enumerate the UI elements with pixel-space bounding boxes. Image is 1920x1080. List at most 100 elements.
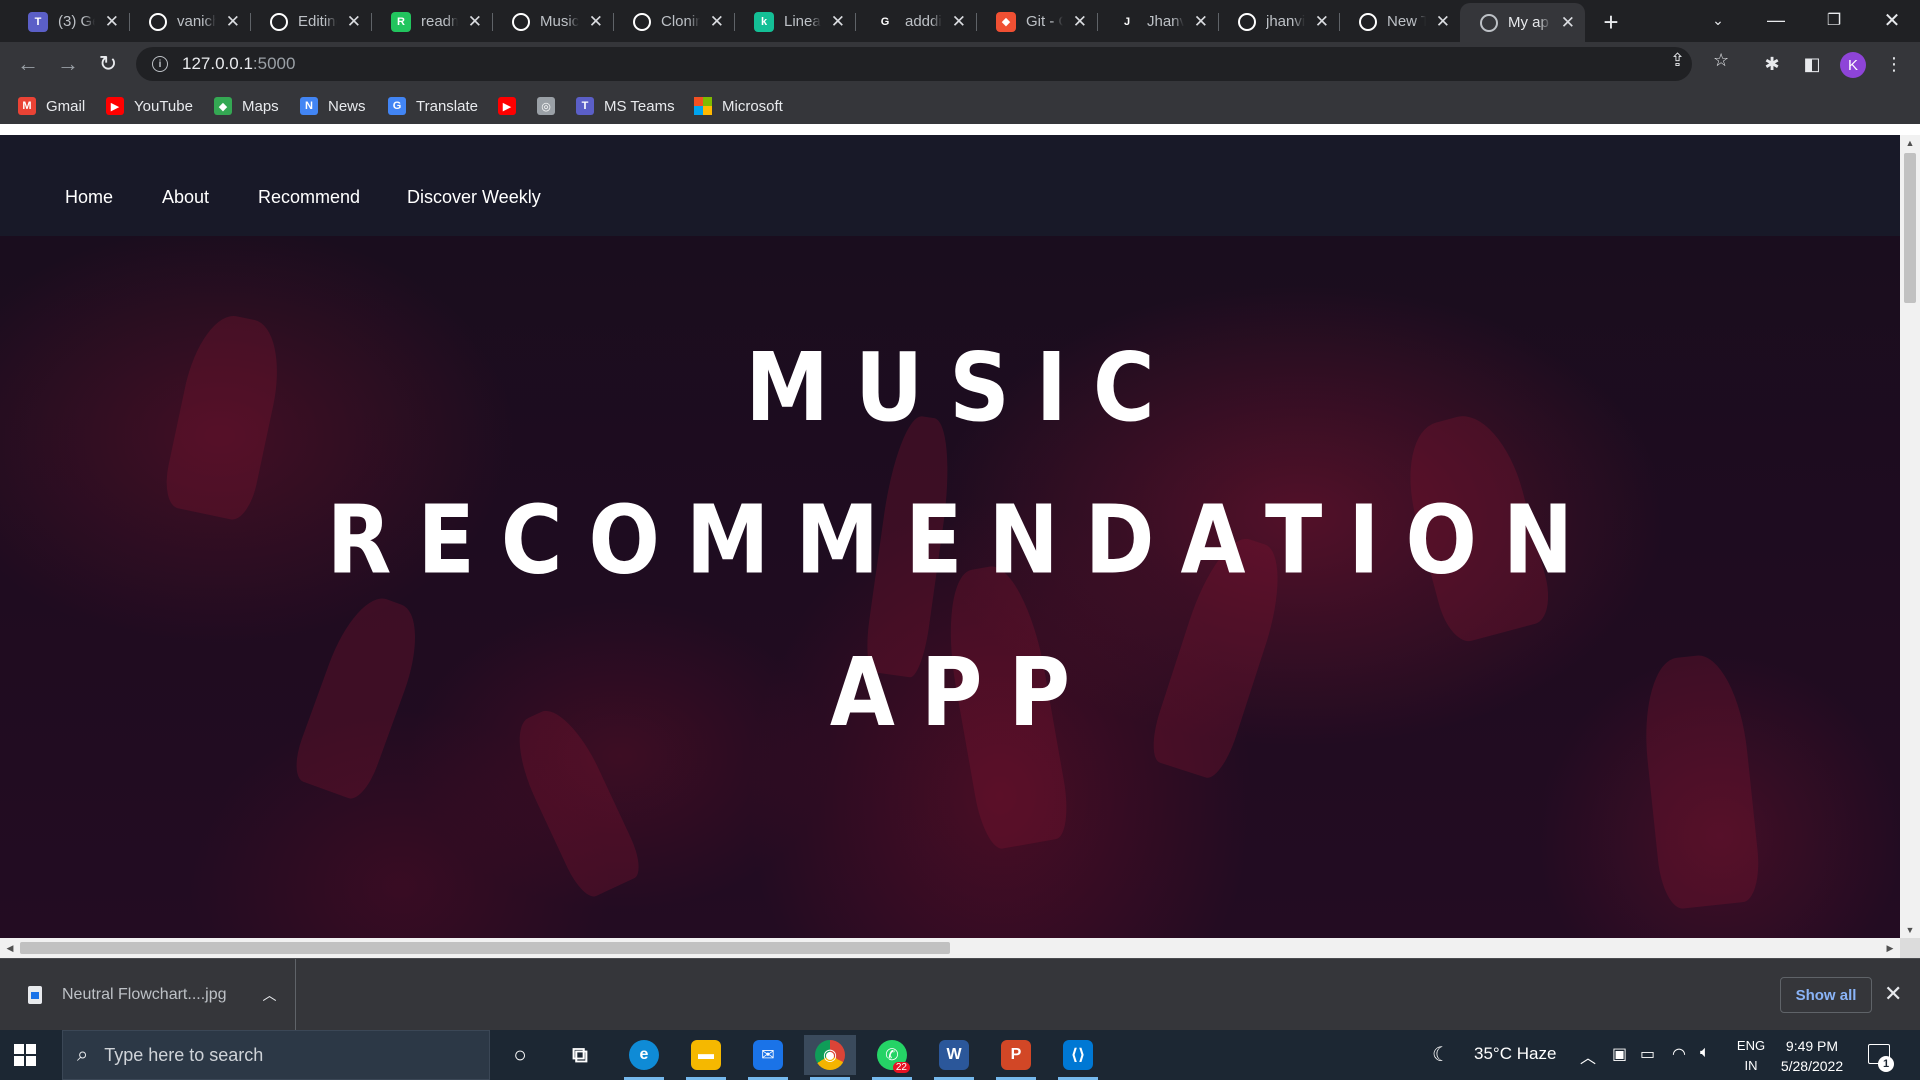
hero-section: MUSIC RECOMMENDATION APP [0,236,1900,938]
taskbar-app-whatsapp[interactable]: ✆ 22 [866,1035,918,1080]
bookmark-gmail[interactable]: M Gmail [18,94,85,118]
close-window-button[interactable]: ✕ [1866,2,1918,38]
taskbar-app-task-view[interactable]: ⧉ [554,1035,606,1075]
scroll-up-arrow-icon[interactable]: ▲ [1900,135,1920,151]
extensions-icon[interactable]: ✱ [1758,50,1786,78]
chevron-up-icon[interactable]: ︿ [1580,1044,1596,1068]
taskbar-app-mail[interactable]: ✉ [742,1035,794,1080]
browser-tab[interactable]: Music ✕ [492,3,614,40]
bookmark-star-icon[interactable]: ☆ [1713,50,1729,71]
browser-tab[interactable]: My ap ✕ [1460,3,1585,42]
download-file-name[interactable]: Neutral Flowchart....jpg [62,986,227,1004]
browser-tab[interactable]: ◆ Git - G ✕ [976,3,1098,40]
close-tab-icon[interactable]: ✕ [710,12,724,32]
profile-avatar[interactable]: K [1840,52,1866,78]
scroll-down-arrow-icon[interactable]: ▼ [1900,922,1920,938]
taskbar-app-file-explorer[interactable]: ▬ [680,1035,732,1080]
horizontal-scroll-thumb[interactable] [20,942,950,954]
close-tab-icon[interactable]: ✕ [952,12,966,32]
vertical-scroll-thumb[interactable] [1904,153,1916,303]
nav-link-about[interactable]: About [162,187,209,208]
browser-tab[interactable]: T (3) Ge ✕ [8,3,130,40]
wifi-icon[interactable]: ◠ [1672,1044,1686,1064]
bookmark-maps[interactable]: ◆ Maps [214,94,279,118]
browser-tab[interactable]: Rreadme ✕ [371,3,493,40]
browser-tab[interactable]: New T ✕ [1339,3,1460,40]
menu-kebab-icon[interactable]: ⋮ [1880,50,1908,78]
vertical-scrollbar[interactable]: ▲ ▼ [1900,135,1920,938]
scrollbar-corner [1900,938,1920,958]
close-tab-icon[interactable]: ✕ [468,12,482,32]
browser-tab[interactable]: jhanvi ✕ [1218,3,1340,40]
close-tab-icon[interactable]: ✕ [105,12,119,32]
taskbar-app-chrome[interactable]: ◉ [804,1035,856,1080]
close-tab-icon[interactable]: ✕ [1436,12,1450,32]
tab-title: Jhanvi [1147,13,1184,30]
show-all-button[interactable]: Show all [1780,977,1872,1013]
browser-tab[interactable]: Clonin ✕ [613,3,735,40]
address-bar[interactable]: i 127.0.0.1:5000 [136,47,1692,81]
bookmark-ms-teams[interactable]: T MS Teams [576,94,675,118]
bookmark-youtube[interactable]: ▶ YouTube [106,94,193,118]
nav-link-recommend[interactable]: Recommend [258,187,360,208]
scroll-left-arrow-icon[interactable]: ◀ [2,938,18,958]
bookmark-label: Gmail [46,97,86,115]
battery-icon[interactable]: ▭ [1640,1044,1655,1064]
close-tab-icon[interactable]: ✕ [1073,12,1087,32]
nav-link-home[interactable]: Home [65,187,113,208]
weather-text[interactable]: 35°C Haze [1474,1044,1556,1064]
close-tab-icon[interactable]: ✕ [1315,12,1329,32]
scroll-right-arrow-icon[interactable]: ▶ [1882,938,1898,958]
minimize-button[interactable]: — [1750,2,1802,38]
side-panel-icon[interactable]: ◧ [1798,50,1826,78]
bookmark-translate[interactable]: G Translate [388,94,478,118]
nav-link-discover-weekly[interactable]: Discover Weekly [407,187,541,208]
back-button[interactable]: ← [12,48,44,80]
volume-icon[interactable]: 🔈︎ [1700,1044,1710,1062]
close-tab-icon[interactable]: ✕ [589,12,603,32]
vscode-icon: ⟨⟩ [1063,1040,1093,1070]
restore-button[interactable]: ❐ [1808,2,1860,38]
close-tab-icon[interactable]: ✕ [831,12,845,32]
meet-now-icon[interactable]: ▣ [1612,1044,1627,1064]
close-tab-icon[interactable]: ✕ [1194,12,1208,32]
taskbar-app-powerpoint[interactable]: P [990,1035,1042,1080]
download-item[interactable]: Neutral Flowchart....jpg ︿ [0,959,296,1031]
browser-tab[interactable]: k Linear ✕ [734,3,856,40]
taskbar-app-edge[interactable]: e [618,1035,670,1080]
forward-button[interactable]: → [52,48,84,80]
word-icon: W [939,1040,969,1070]
windows-start-icon[interactable] [14,1044,36,1066]
close-tab-icon[interactable]: ✕ [1561,13,1575,33]
bookmark-item[interactable]: ▶ [498,94,526,118]
browser-tab[interactable]: vanich ✕ [129,3,251,40]
reload-button[interactable]: ↻ [92,48,124,80]
search-icon: ⌕ [77,1043,89,1066]
browser-tab[interactable]: Editing ✕ [250,3,372,40]
share-icon[interactable]: ⇪ [1670,50,1685,71]
site-info-icon[interactable]: i [152,56,168,72]
bookmark-news[interactable]: N News [300,94,366,118]
tab-title: vanich [177,13,216,30]
url-text[interactable]: 127.0.0.1:5000 [182,54,295,74]
close-tab-icon[interactable]: ✕ [226,12,240,32]
chevron-up-icon[interactable]: ︿ [263,985,277,1005]
taskbar-app-vscode[interactable]: ⟨⟩ [1052,1035,1104,1080]
weather-moon-icon[interactable]: ☾ [1432,1042,1450,1067]
maps-icon: ◆ [214,97,232,115]
bookmark-microsoft[interactable]: Microsoft [694,94,783,118]
system-clock[interactable]: 9:49 PM 5/28/2022 [1770,1036,1854,1076]
taskbar-app-cortana[interactable]: ○ [494,1035,546,1075]
search-placeholder[interactable]: Type here to search [104,1045,263,1066]
close-tab-icon[interactable]: ✕ [347,12,361,32]
taskbar-app-word[interactable]: W [928,1035,980,1080]
input-language-indicator[interactable]: ENG IN [1733,1036,1769,1076]
bookmark-item[interactable]: ◎ [537,94,565,118]
tab-search-icon[interactable]: ⌄ [1692,2,1744,38]
close-icon[interactable]: ✕ [1884,981,1902,1007]
browser-tab[interactable]: J Jhanvi ✕ [1097,3,1219,40]
taskbar-search-box[interactable]: ⌕ Type here to search [62,1030,490,1080]
horizontal-scrollbar[interactable]: ◀ ▶ [0,938,1900,958]
new-tab-button[interactable]: + [1594,7,1628,37]
browser-tab[interactable]: Gadddin ✕ [855,3,977,40]
